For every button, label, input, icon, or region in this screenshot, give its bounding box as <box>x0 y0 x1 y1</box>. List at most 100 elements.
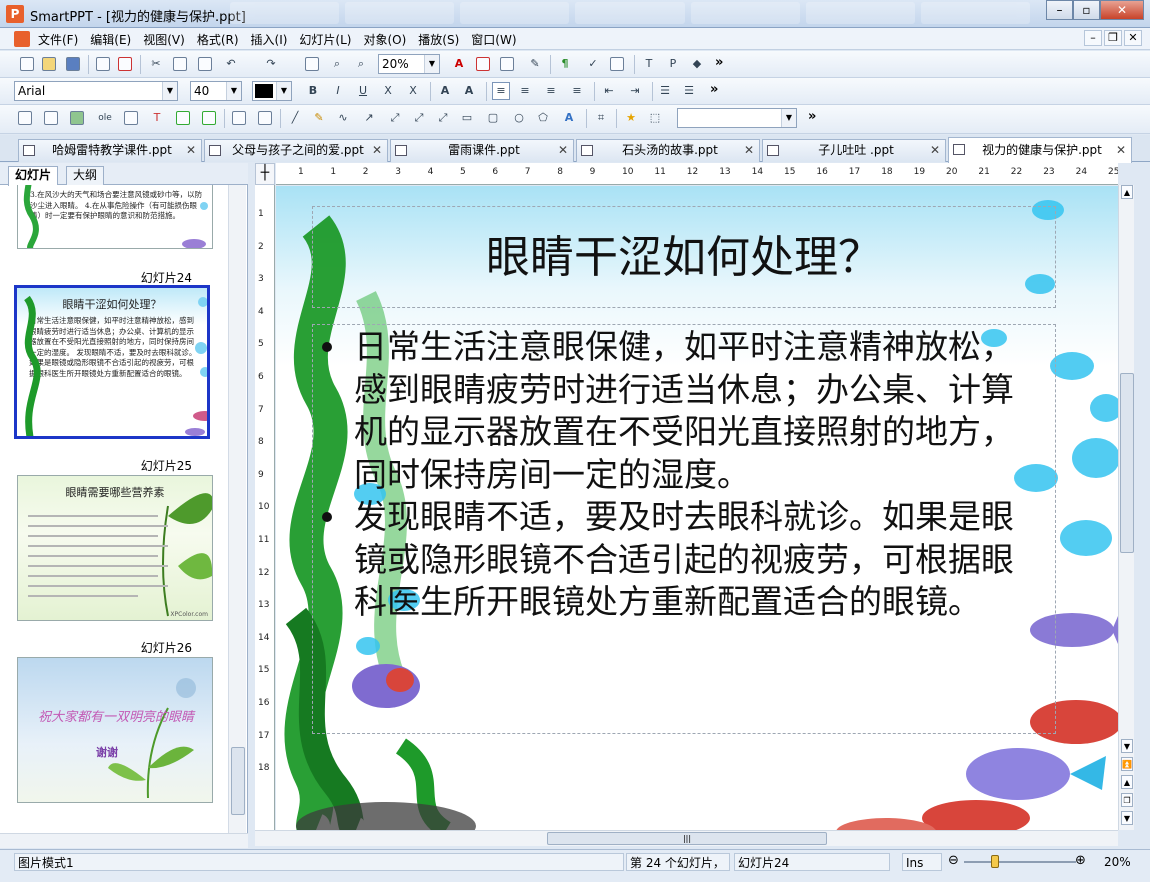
star-icon[interactable]: ★ <box>622 109 640 127</box>
toolbar-overflow-icon[interactable]: » <box>808 109 816 124</box>
slide-panel-hscrollbar[interactable] <box>0 833 248 848</box>
chevron-down-icon[interactable]: ▼ <box>276 82 291 100</box>
zoom-slider-handle[interactable] <box>991 855 1000 868</box>
text-color-icon[interactable]: A <box>450 55 468 73</box>
search-icon[interactable]: ⌕ <box>352 55 370 73</box>
app-icon[interactable]: P <box>6 5 24 23</box>
maximize-button[interactable]: ▫ <box>1073 0 1100 20</box>
slide-thumbnail-selected[interactable]: 眼睛干涩如何处理？ 日常生活注意眼保健，如平时注意精神放松，感到眼睛疲劳时进行适… <box>14 285 210 439</box>
open-icon[interactable] <box>40 55 58 73</box>
slide-body[interactable]: 日常生活注意眼保健，如平时注意精神放松，感到眼睛疲劳时进行适当休息；办公桌、计算… <box>316 326 1016 624</box>
tab-close-icon[interactable]: ✕ <box>930 140 940 161</box>
underline-button[interactable]: U <box>354 82 372 100</box>
rounded-rectangle-icon[interactable]: ▢ <box>484 109 502 127</box>
save-icon[interactable] <box>64 55 82 73</box>
title-frame-icon[interactable]: T <box>148 109 166 127</box>
scroll-up-icon[interactable]: ▲ <box>1121 185 1133 199</box>
doc-tab[interactable]: 父母与孩子之间的爱.ppt ✕ <box>204 139 388 162</box>
chevron-down-icon[interactable]: ▼ <box>781 109 796 127</box>
text-frame-icon[interactable] <box>16 109 34 127</box>
ole-object-icon[interactable]: ole <box>96 109 114 127</box>
format-painter-icon[interactable]: ✎ <box>526 55 544 73</box>
menu-view[interactable]: 视图(V) <box>143 31 185 48</box>
clear-format-button[interactable]: X <box>404 82 422 100</box>
chart-icon[interactable] <box>608 55 626 73</box>
curve-icon[interactable]: ∿ <box>334 109 352 127</box>
curved-connector-icon[interactable]: ⤢ <box>434 109 452 127</box>
slide-vertical-scrollbar[interactable]: ▲ ▼ ⏫ ▲ ❐ ▼ <box>1118 185 1134 830</box>
slide-title[interactable]: 眼睛干涩如何处理？ <box>312 210 1056 306</box>
strikethrough-button[interactable]: X <box>379 82 397 100</box>
ungroup-icon[interactable] <box>256 109 274 127</box>
font-name-select[interactable]: Arial ▼ <box>14 81 178 101</box>
prev-slide-icon[interactable]: ▲ <box>1121 775 1133 789</box>
shrink-font-button[interactable]: A <box>460 82 478 100</box>
style-select[interactable]: ▼ <box>677 108 797 128</box>
zoom-select[interactable]: 20% ▼ <box>378 54 440 74</box>
italic-button[interactable]: I <box>329 82 347 100</box>
bullet-list-icon[interactable]: ☰ <box>656 82 674 100</box>
connector-icon[interactable]: ⤢ <box>386 109 404 127</box>
elbow-connector-icon[interactable]: ⤢ <box>410 109 428 127</box>
increase-indent-icon[interactable]: ⇥ <box>626 82 644 100</box>
scroll-down-icon[interactable]: ▼ <box>1121 739 1133 753</box>
presentation-icon[interactable]: P <box>664 55 682 73</box>
group-icon[interactable] <box>230 109 248 127</box>
font-size-select[interactable]: 40 ▼ <box>190 81 242 101</box>
bold-button[interactable]: B <box>304 82 322 100</box>
align-right-button[interactable]: ≡ <box>542 82 560 100</box>
bullet-item[interactable]: 日常生活注意眼保健，如平时注意精神放松，感到眼睛疲劳时进行适当休息；办公桌、计算… <box>316 326 1016 496</box>
close-button[interactable]: ✕ <box>1100 0 1144 20</box>
zoom-out-icon[interactable]: ⊖ <box>948 853 959 868</box>
ellipse-icon[interactable]: ○ <box>510 109 528 127</box>
next-slide-icon[interactable]: ▼ <box>1121 811 1133 825</box>
undo-icon[interactable]: ↶ <box>222 55 240 73</box>
tab-close-icon[interactable]: ✕ <box>558 140 568 161</box>
menu-window[interactable]: 窗口(W) <box>471 31 516 48</box>
doc-tab-active[interactable]: 视力的健康与保护.ppt ✕ <box>948 137 1132 163</box>
text-box-icon[interactable]: T <box>640 55 658 73</box>
slide-thumbnail[interactable]: 3.在风沙大的天气和场合要注意风镜或砂巾等，以防沙尘进入眼睛。 4.在从事危险操… <box>17 185 213 249</box>
numbered-list-icon[interactable]: ☰ <box>680 82 698 100</box>
shapes-icon[interactable]: ⬠ <box>534 109 552 127</box>
doc-minimize-button[interactable]: – <box>1084 30 1102 46</box>
tab-outline[interactable]: 大纲 <box>66 166 105 185</box>
arrow-icon[interactable]: ↗ <box>360 109 378 127</box>
font-color-select[interactable]: ▼ <box>252 81 292 101</box>
tab-close-icon[interactable]: ✕ <box>186 140 196 161</box>
slide-panel-scrollbar[interactable] <box>228 185 246 833</box>
doc-tab[interactable]: 哈姆雷特教学课件.ppt ✕ <box>18 139 202 162</box>
menu-insert[interactable]: 插入(I) <box>251 31 288 48</box>
tab-close-icon[interactable]: ✕ <box>372 140 382 161</box>
justify-button[interactable]: ≡ <box>568 82 586 100</box>
rectangle-icon[interactable]: ▭ <box>458 109 476 127</box>
insert-frame-icon[interactable] <box>122 109 140 127</box>
cut-icon[interactable]: ✂ <box>147 55 165 73</box>
line-icon[interactable]: ╱ <box>286 109 304 127</box>
paste-icon[interactable] <box>196 55 214 73</box>
chevron-down-icon[interactable]: ▼ <box>162 82 177 100</box>
doc-restore-button[interactable]: ❐ <box>1104 30 1122 46</box>
slide-horizontal-scrollbar[interactable]: ||| <box>255 830 1118 846</box>
image-icon[interactable] <box>474 55 492 73</box>
new-icon[interactable] <box>18 55 36 73</box>
minimize-button[interactable]: – <box>1046 0 1073 20</box>
doc-tab[interactable]: 石头汤的故事.ppt ✕ <box>576 139 760 162</box>
slide-thumbnail[interactable]: 眼睛需要哪些营养素 XPColor.com <box>17 475 213 621</box>
tab-close-icon[interactable]: ✕ <box>744 140 754 161</box>
chevron-down-icon[interactable]: ▼ <box>226 82 241 100</box>
copy-icon[interactable] <box>171 55 189 73</box>
text-frame-2-icon[interactable] <box>200 109 218 127</box>
pencil-icon[interactable]: ✎ <box>310 109 328 127</box>
right-splitter[interactable] <box>1134 163 1150 848</box>
menu-play[interactable]: 播放(S) <box>418 31 459 48</box>
zoom-slider[interactable] <box>964 861 1076 863</box>
slide-view-icon[interactable]: ❐ <box>1121 793 1133 807</box>
menu-slide[interactable]: 幻灯片(L) <box>299 31 351 48</box>
pdf-icon[interactable] <box>116 55 134 73</box>
menu-object[interactable]: 对象(O) <box>363 31 406 48</box>
slide-canvas[interactable]: 眼睛干涩如何处理？ 日常生活注意眼保健，如平时注意精神放松，感到眼睛疲劳时进行适… <box>276 186 1118 830</box>
wordart-icon[interactable]: A <box>560 109 578 127</box>
menu-edit[interactable]: 编辑(E) <box>90 31 131 48</box>
crop-icon[interactable]: ⌗ <box>592 109 610 127</box>
